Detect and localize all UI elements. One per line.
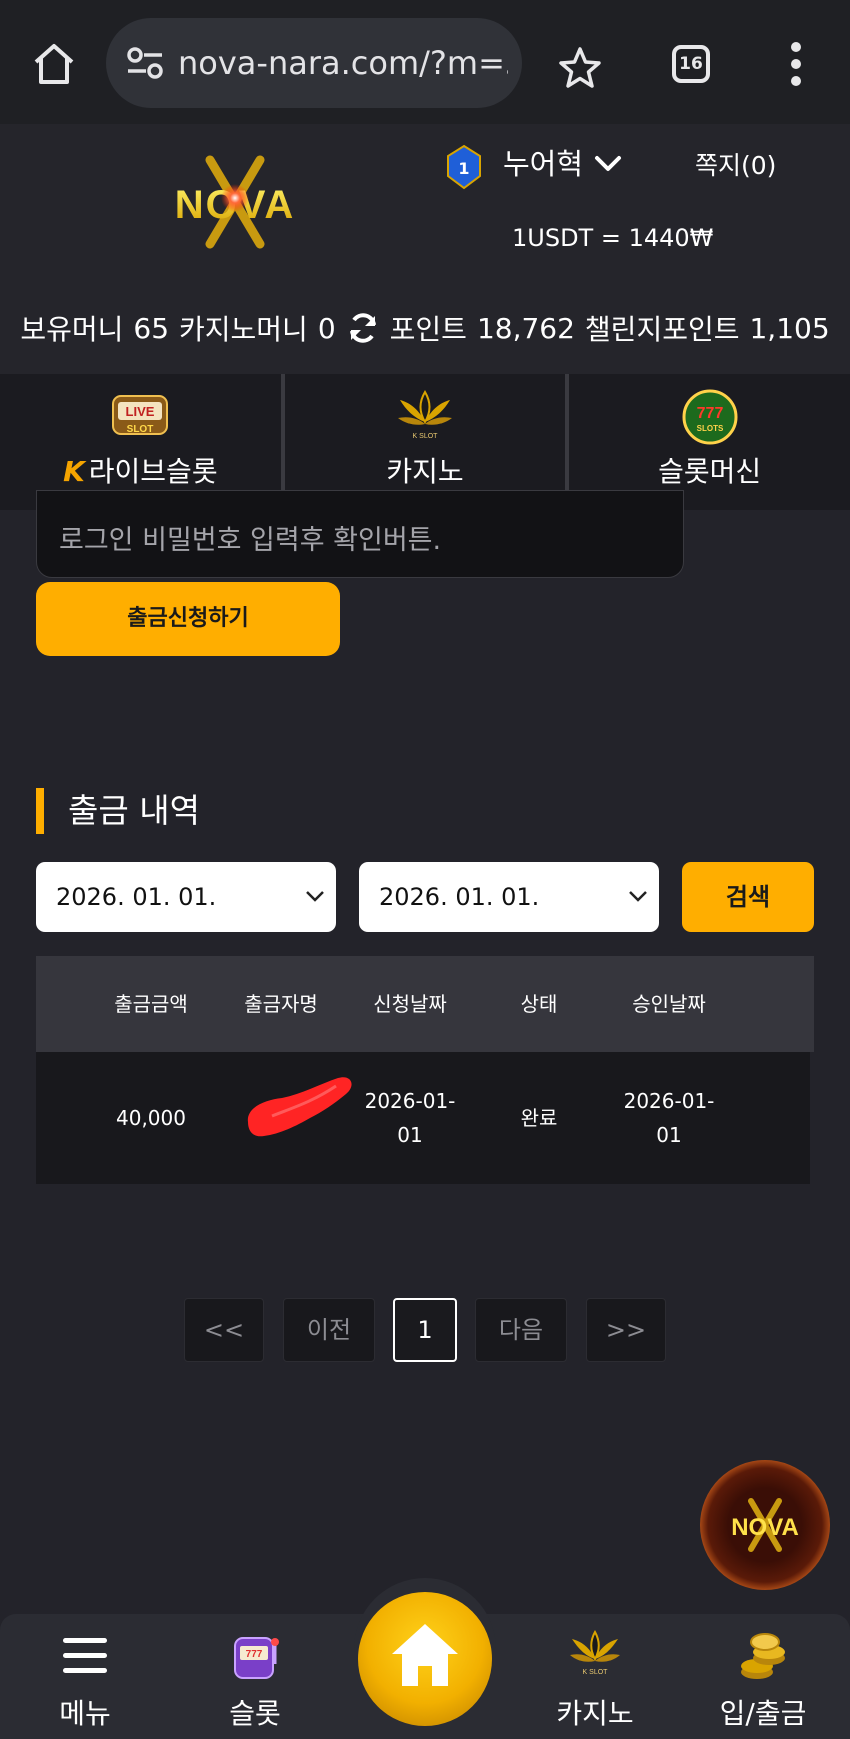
bottom-nav-label: 슬롯	[229, 1697, 281, 1730]
refresh-icon[interactable]	[346, 311, 380, 345]
floating-nova-button[interactable]: NOVA	[700, 1460, 830, 1590]
point-value: 18,762	[476, 311, 575, 345]
bottom-nav-deposit-withdraw[interactable]: 입/출금	[698, 1628, 828, 1738]
start-date-select[interactable]: 2026. 01. 01.	[36, 862, 336, 932]
url-bar[interactable]: nova-nara.com/?m=5	[106, 18, 522, 108]
memo-link[interactable]: 쪽지(0)	[695, 148, 776, 184]
column-header: 출금금액	[114, 992, 188, 1016]
status-cell: 완료	[520, 1106, 558, 1130]
bottom-nav-label: 입/출금	[719, 1697, 807, 1730]
bottom-nav-slot[interactable]: 777 슬롯	[190, 1628, 320, 1738]
site-header: NOVA 1 누어혁 쪽지(0) 1USDT = 1440₩ 보유머니 65 카…	[0, 124, 850, 374]
coin-stack-icon	[741, 1633, 785, 1679]
home-button[interactable]	[358, 1592, 492, 1726]
end-date-select[interactable]: 2026. 01. 01.	[359, 862, 659, 932]
svg-text:777: 777	[696, 405, 723, 422]
table-header: 출금금액 출금자명 신청날짜 상태 승인날짜	[36, 956, 814, 1052]
table-row: 40,000 2026-01- 01 완료 2026-01- 01	[36, 1052, 810, 1184]
challenge-point-value: 1,105	[749, 311, 830, 345]
pagination: << 이전 1 다음 >>	[0, 1298, 850, 1362]
nova-logo-icon: NOVA	[731, 1498, 799, 1552]
column-header: 승인날짜	[632, 992, 706, 1016]
category-label: 슬롯머신	[658, 455, 762, 488]
svg-text:SLOT: SLOT	[127, 424, 154, 435]
casino-money-label: 카지노머니	[179, 313, 308, 346]
bottom-nav-casino[interactable]: K SLOT 카지노	[530, 1628, 660, 1738]
current-page-button[interactable]: 1	[393, 1298, 457, 1362]
point-label: 포인트	[389, 313, 467, 346]
category-label: 카지노	[386, 455, 464, 488]
bottom-nav-menu[interactable]: 메뉴	[20, 1628, 150, 1738]
withdraw-page: 로그인 비밀번호 입력후 확인버튼. 출금신청하기 출금 내역 2026. 01…	[0, 490, 850, 1610]
balance-bar: 보유머니 65 카지노머니 0 포인트 18,762 챌린지포인트 1,105	[0, 300, 850, 356]
browser-toolbar: nova-nara.com/?m=5 16	[0, 0, 850, 124]
section-title: 출금 내역	[36, 788, 200, 834]
next-page-button[interactable]: 다음	[475, 1298, 567, 1362]
bottom-nav-label: 메뉴	[59, 1697, 111, 1730]
svg-text:1: 1	[458, 159, 469, 178]
column-header: 신청날짜	[373, 992, 447, 1016]
holding-money-label: 보유머니	[20, 313, 124, 346]
tab-switcher-button[interactable]: 16	[672, 45, 710, 83]
withdraw-request-button[interactable]: 출금신청하기	[36, 582, 340, 656]
svg-text:NOVA: NOVA	[731, 1514, 799, 1541]
svg-text:LIVE: LIVE	[126, 404, 155, 419]
challenge-point-label: 챌린지포인트	[584, 313, 740, 346]
chevron-down-icon	[629, 891, 647, 902]
svg-text:K SLOT: K SLOT	[413, 433, 439, 440]
exchange-rate: 1USDT = 1440₩	[512, 224, 714, 252]
start-date-value: 2026. 01. 01.	[56, 883, 217, 911]
column-header: 출금자명	[244, 992, 318, 1016]
svg-text:K SLOT: K SLOT	[583, 1669, 609, 1676]
k-mark-icon: K	[63, 455, 85, 488]
search-button[interactable]: 검색	[682, 862, 814, 932]
svg-text:SLOTS: SLOTS	[696, 424, 723, 433]
house-icon	[392, 1624, 458, 1686]
chevron-down-icon	[306, 891, 324, 902]
request-date-cell: 2026-01- 01	[364, 1089, 456, 1147]
category-label: 라이브슬롯	[88, 455, 218, 488]
last-page-button[interactable]: >>	[586, 1298, 666, 1362]
holding-money-value: 65	[133, 311, 170, 345]
withdraw-history-table: 출금금액 출금자명 신청날짜 상태 승인날짜 40,000 2026-01- 0…	[36, 956, 814, 1184]
end-date-value: 2026. 01. 01.	[379, 883, 540, 911]
password-input[interactable]: 로그인 비밀번호 입력후 확인버튼.	[36, 490, 684, 578]
777-slots-icon: 777 SLOTS	[682, 389, 738, 445]
svg-text:777: 777	[246, 1649, 263, 1660]
approve-date-cell: 2026-01- 01	[623, 1089, 715, 1147]
nova-logo[interactable]: NOVA	[140, 152, 330, 252]
column-header: 상태	[520, 992, 558, 1016]
redaction-mark	[247, 1077, 352, 1137]
hamburger-menu-icon	[63, 1638, 107, 1673]
amount-cell: 40,000	[116, 1106, 186, 1130]
first-page-button[interactable]: <<	[184, 1298, 264, 1362]
slot-machine-icon: 777	[234, 1637, 279, 1679]
bottom-nav-label: 카지노	[556, 1697, 634, 1730]
k-slot-lotus-icon: K SLOT	[398, 390, 452, 440]
site-settings-icon[interactable]	[126, 46, 164, 80]
username[interactable]: 누어혁	[503, 144, 583, 184]
url-text[interactable]: nova-nara.com/?m=5	[178, 42, 508, 84]
k-slot-lotus-icon: K SLOT	[570, 1629, 620, 1676]
bookmark-star-icon[interactable]	[556, 44, 604, 92]
chevron-down-icon[interactable]	[594, 154, 622, 174]
live-slot-icon: LIVE SLOT	[112, 395, 169, 435]
prev-page-button[interactable]: 이전	[283, 1298, 375, 1362]
more-options-icon[interactable]	[790, 42, 802, 86]
home-icon[interactable]	[28, 38, 80, 90]
casino-money-value: 0	[317, 311, 336, 345]
level-badge-icon: 1	[447, 144, 481, 190]
